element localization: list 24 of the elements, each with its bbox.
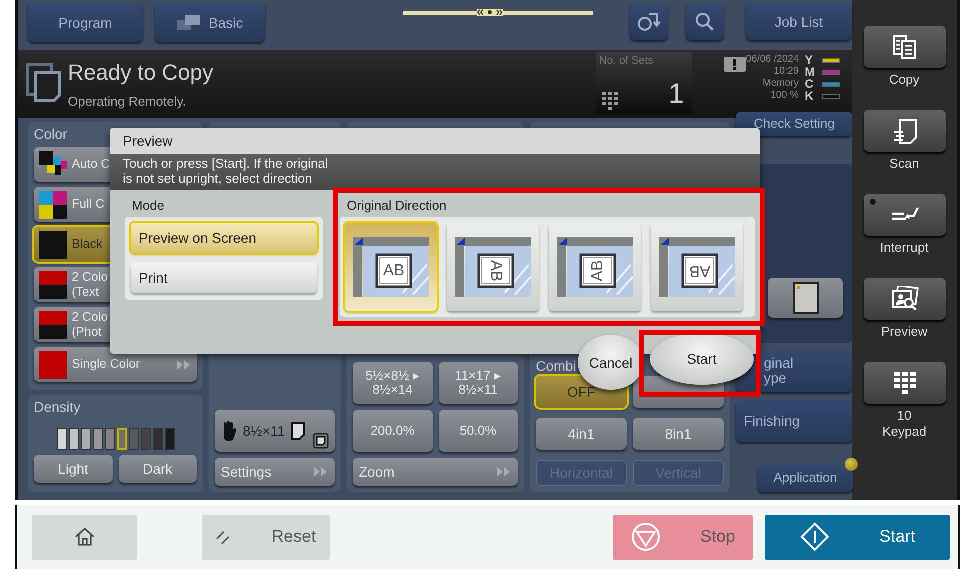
toner-letter: M: [805, 66, 816, 78]
toner-letter: K: [805, 90, 815, 102]
panel-title: Color: [34, 126, 68, 142]
sidebar-label: Scan: [890, 156, 920, 172]
toner-letter: Y: [805, 54, 814, 66]
sets-label: No. of Sets: [599, 55, 654, 67]
dialog-message: Touch or press [Start]. If the original is not set upright, select direction: [110, 154, 760, 190]
sets-value: 1: [668, 78, 684, 110]
panel-title: Density: [34, 399, 81, 415]
panel-title: Combi: [536, 358, 576, 374]
memory-value: 100 %: [770, 90, 799, 102]
toner-letter: C: [805, 78, 815, 90]
sidebar-label: Preview: [881, 324, 928, 340]
sidebar-label: Copy: [889, 72, 920, 88]
sidebar-label: Interrupt: [880, 240, 929, 256]
date-text: 06/06 /2024: [746, 54, 799, 66]
sidebar-label: 10 Keypad: [882, 408, 927, 440]
status-message: Operating Remotely.: [68, 94, 188, 108]
memory-label: Memory: [762, 78, 799, 90]
dialog-title: Preview: [110, 128, 760, 154]
status-title: Ready to Copy: [68, 60, 215, 86]
time-text: 10:29: [774, 66, 799, 78]
section-title: Mode: [131, 198, 166, 213]
section-title: Original Direction: [346, 198, 448, 213]
